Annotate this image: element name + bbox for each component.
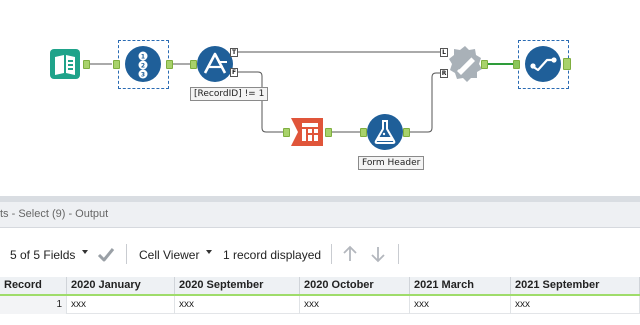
- join-output-anchor[interactable]: [481, 60, 488, 69]
- table-row[interactable]: 1 xxx xxx xxx xxx xxx: [0, 296, 640, 314]
- input-data-icon: [50, 49, 80, 79]
- filter-annotation: [RecordID] != 1: [190, 87, 269, 101]
- arrow-down-icon[interactable]: [368, 244, 388, 264]
- grid-header: Record 2020 January 2020 September 2020 …: [0, 277, 640, 296]
- input-output-anchor[interactable]: [83, 60, 90, 69]
- svg-text:2: 2: [141, 63, 145, 70]
- formula-annotation: Form Header: [358, 156, 425, 170]
- results-grid: Record 2020 January 2020 September 2020 …: [0, 277, 640, 325]
- svg-text:1: 1: [141, 54, 145, 61]
- select-icon: [530, 57, 557, 72]
- filter-true-anchor[interactable]: T: [230, 48, 238, 57]
- results-toolbar: 5 of 5 Fields Cell Viewer 1 record displ…: [0, 228, 640, 274]
- results-title: ts - Select (9) - Output: [0, 208, 109, 220]
- chevron-down-icon[interactable]: [82, 250, 88, 254]
- column-header-record[interactable]: Record: [0, 277, 67, 294]
- record-id-tool[interactable]: 1 2 3: [125, 46, 161, 82]
- cell-viewer-dropdown[interactable]: Cell Viewer: [139, 248, 199, 262]
- select-input-anchor[interactable]: [513, 60, 520, 69]
- filter-input-anchor[interactable]: [190, 60, 197, 69]
- results-title-bar: ts - Select (9) - Output: [0, 202, 640, 228]
- connection-filter-crosstab: [237, 71, 283, 133]
- table-cell[interactable]: xxx: [175, 296, 300, 314]
- select-tool[interactable]: [525, 46, 561, 82]
- table-cell[interactable]: xxx: [67, 296, 175, 314]
- formula-output-anchor[interactable]: [403, 128, 410, 137]
- connection-formula-join: [403, 72, 440, 133]
- toolbar-divider: [398, 244, 399, 264]
- recordid-output-anchor[interactable]: [166, 60, 173, 69]
- crosstab-tool[interactable]: [289, 114, 325, 150]
- join-tool[interactable]: [447, 45, 483, 82]
- table-cell[interactable]: xxx: [511, 296, 640, 314]
- record-count-label: 1 record displayed: [223, 248, 322, 262]
- column-header[interactable]: 2020 January: [67, 277, 175, 294]
- checkmark-icon[interactable]: [96, 244, 116, 264]
- recordid-input-anchor[interactable]: [113, 60, 120, 69]
- column-header[interactable]: 2020 September: [175, 277, 300, 294]
- formula-icon: [374, 120, 396, 144]
- join-icon: [449, 46, 482, 82]
- formula-input-anchor[interactable]: [360, 128, 367, 137]
- table-cell[interactable]: xxx: [300, 296, 410, 314]
- input-data-tool[interactable]: [47, 46, 83, 82]
- arrow-up-icon[interactable]: [340, 244, 360, 264]
- column-header[interactable]: 2021 September: [511, 277, 640, 294]
- record-number: 1: [0, 296, 67, 314]
- record-id-icon: 1 2 3: [138, 51, 148, 79]
- toolbar-divider: [331, 244, 332, 264]
- select-output-anchor[interactable]: [563, 58, 571, 70]
- toolbar-divider: [126, 244, 127, 264]
- column-header[interactable]: 2021 March: [410, 277, 511, 294]
- chevron-down-icon[interactable]: [206, 250, 212, 254]
- table-cell[interactable]: xxx: [410, 296, 511, 314]
- connection-lines: [90, 51, 518, 133]
- formula-tool[interactable]: [367, 114, 403, 150]
- app-window: 1 2 3 T F [RecordID] != 1 L R Form Heade…: [0, 0, 640, 325]
- fields-dropdown[interactable]: 5 of 5 Fields: [10, 248, 75, 262]
- crosstab-output-anchor[interactable]: [325, 128, 332, 137]
- workflow-canvas[interactable]: 1 2 3 T F [RecordID] != 1 L R Form Heade…: [0, 0, 640, 196]
- filter-false-anchor[interactable]: F: [230, 68, 238, 77]
- column-header[interactable]: 2020 October: [300, 277, 410, 294]
- filter-icon: [203, 52, 227, 74]
- svg-text:3: 3: [141, 72, 145, 79]
- filter-tool[interactable]: [197, 46, 233, 82]
- crosstab-icon: [291, 118, 323, 146]
